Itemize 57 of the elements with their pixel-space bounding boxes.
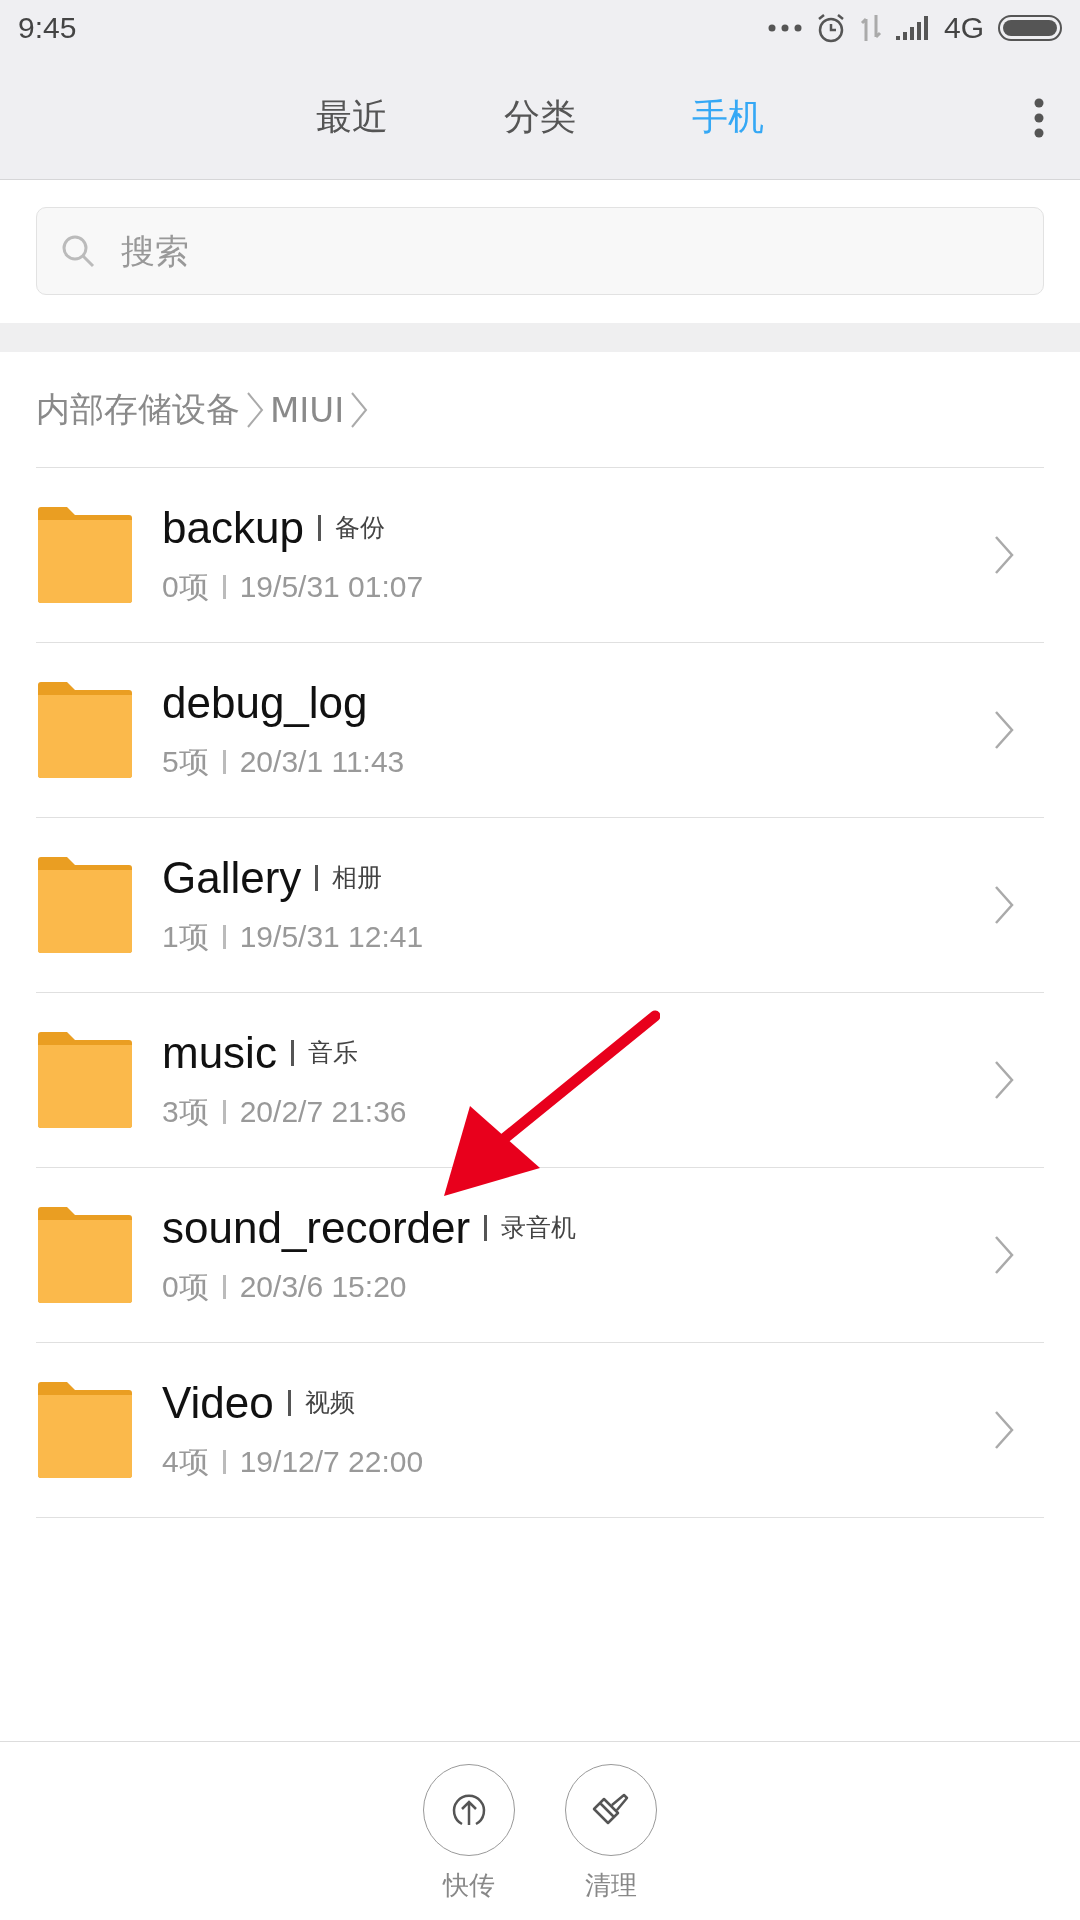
item-count: 4项 bbox=[162, 1443, 209, 1480]
chevron-right-icon bbox=[350, 390, 369, 429]
folder-alias: 视频 bbox=[304, 1387, 355, 1419]
item-count: 3项 bbox=[162, 1093, 209, 1130]
tab[interactable]: 最近 bbox=[258, 93, 446, 142]
folder-icon bbox=[36, 1031, 134, 1129]
folder-icon bbox=[36, 1206, 134, 1304]
chevron-right-icon bbox=[994, 710, 1014, 750]
folder-name: music bbox=[162, 1027, 277, 1078]
folder-name: sound_recorder bbox=[162, 1202, 471, 1253]
folder-row[interactable]: Video 视频 4项 19/12/7 22:00 bbox=[36, 1343, 1044, 1518]
tab[interactable]: 分类 bbox=[446, 93, 634, 142]
folder-icon bbox=[36, 681, 134, 779]
folder-alias: 录音机 bbox=[501, 1212, 577, 1244]
more-dots-icon bbox=[767, 24, 802, 32]
folder-name: Video bbox=[162, 1377, 274, 1428]
modified-date: 20/2/7 21:36 bbox=[239, 1095, 407, 1129]
folder-name: Gallery bbox=[162, 852, 302, 903]
search-bar[interactable]: 搜索 bbox=[36, 207, 1044, 295]
folder-alias: 相册 bbox=[332, 862, 383, 894]
folder-alias: 备份 bbox=[334, 512, 385, 544]
item-count: 0项 bbox=[162, 1268, 209, 1305]
more-menu-icon[interactable] bbox=[1034, 98, 1044, 138]
chevron-right-icon bbox=[994, 1410, 1014, 1450]
folder-name: debug_log bbox=[162, 677, 368, 728]
breadcrumb-item[interactable]: MIUI bbox=[270, 389, 345, 430]
folder-alias: 音乐 bbox=[307, 1037, 358, 1069]
breadcrumb-item[interactable]: 内部存储设备 bbox=[36, 386, 240, 433]
modified-date: 19/5/31 01:07 bbox=[239, 570, 424, 604]
folder-icon bbox=[36, 1381, 134, 1479]
signal-icon bbox=[895, 16, 930, 40]
item-count: 1项 bbox=[162, 918, 209, 955]
chevron-right-icon bbox=[246, 390, 264, 429]
search-icon bbox=[61, 234, 95, 268]
data-arrows-icon bbox=[859, 15, 882, 41]
chevron-right-icon bbox=[994, 885, 1014, 925]
upload-icon bbox=[451, 1792, 487, 1828]
modified-date: 20/3/1 11:43 bbox=[239, 745, 405, 779]
chevron-right-icon bbox=[994, 1060, 1014, 1100]
folder-name: backup bbox=[162, 502, 304, 553]
brush-icon bbox=[592, 1793, 630, 1827]
folder-icon bbox=[36, 856, 134, 954]
folder-icon bbox=[36, 506, 134, 604]
status-time: 9:45 bbox=[18, 11, 77, 45]
search-input[interactable]: 搜索 bbox=[119, 230, 1019, 272]
chevron-right-icon bbox=[994, 535, 1014, 575]
modified-date: 20/3/6 15:20 bbox=[239, 1270, 407, 1304]
network-type: 4G bbox=[943, 11, 984, 45]
battery-icon bbox=[998, 15, 1062, 41]
item-count: 5项 bbox=[162, 743, 209, 780]
modified-date: 19/12/7 22:00 bbox=[239, 1445, 424, 1479]
folder-row[interactable]: debug_log 5项 20/3/1 11:43 bbox=[36, 643, 1044, 818]
item-count: 0项 bbox=[162, 568, 209, 605]
folder-row[interactable]: Gallery 相册 1项 19/5/31 12:41 bbox=[36, 818, 1044, 993]
chevron-right-icon bbox=[994, 1235, 1014, 1275]
folder-row[interactable]: backup 备份 0项 19/5/31 01:07 bbox=[36, 468, 1044, 643]
modified-date: 19/5/31 12:41 bbox=[239, 920, 424, 954]
